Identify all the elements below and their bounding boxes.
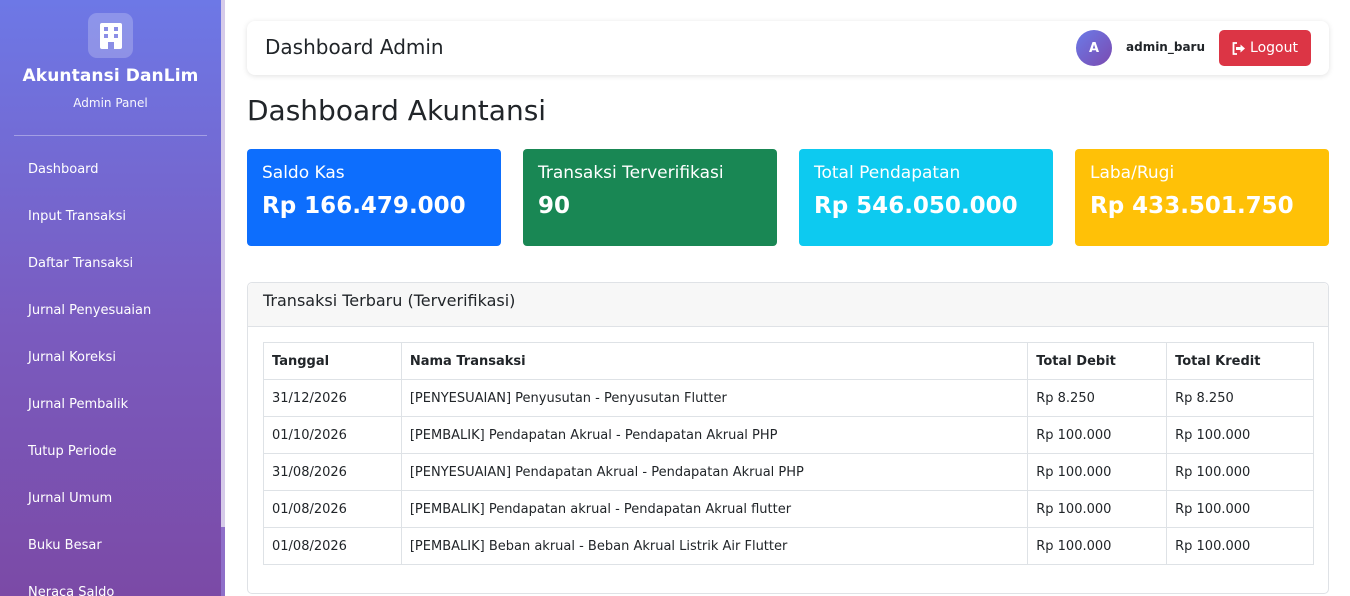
brand-logo — [88, 13, 133, 58]
building-icon — [99, 22, 122, 49]
stat-value: Rp 546.050.000 — [814, 193, 1018, 219]
avatar[interactable]: A — [1076, 30, 1112, 66]
panel-title: Transaksi Terbaru (Terverifikasi) — [248, 283, 1328, 327]
column-header-tanggal: Tanggal — [263, 342, 402, 380]
cell-credit: Rp 100.000 — [1166, 490, 1314, 528]
table-row: 01/08/2026 [PEMBALIK] Beban akrual - Beb… — [263, 527, 1314, 565]
cell-credit: Rp 8.250 — [1166, 379, 1314, 417]
cell-name: [PENYESUAIAN] Pendapatan Akrual - Pendap… — [400, 453, 1029, 491]
cell-debit: Rp 100.000 — [1027, 453, 1168, 491]
table-row: 01/10/2026 [PEMBALIK] Pendapatan Akrual … — [263, 416, 1314, 454]
sidebar-item-jurnal-pembalik[interactable]: Jurnal Pembalik — [0, 382, 221, 429]
cell-date: 01/10/2026 — [263, 416, 402, 454]
topbar: Dashboard Admin A admin_baru Logout — [247, 21, 1329, 75]
sidebar-item-input-transaksi[interactable]: Input Transaksi — [0, 194, 221, 241]
stat-label: Total Pendapatan — [814, 163, 961, 183]
cell-credit: Rp 100.000 — [1166, 527, 1314, 565]
column-header-total-kredit: Total Kredit — [1166, 342, 1314, 380]
sidebar: Akuntansi DanLim Admin Panel Dashboard I… — [0, 0, 221, 596]
sign-out-icon — [1232, 41, 1246, 55]
stat-value: 90 — [538, 193, 571, 219]
sidebar-item-jurnal-koreksi[interactable]: Jurnal Koreksi — [0, 335, 221, 382]
cell-name: [PENYESUAIAN] Penyusutan - Penyusutan Fl… — [400, 379, 1029, 417]
stat-value: Rp 433.501.750 — [1090, 193, 1294, 219]
username: admin_baru — [1126, 40, 1205, 54]
logout-label: Logout — [1250, 40, 1298, 56]
stat-card-saldo-kas: Saldo Kas Rp 166.479.000 — [247, 149, 501, 246]
sidebar-nav: Dashboard Input Transaksi Daftar Transak… — [0, 147, 221, 596]
sidebar-item-jurnal-penyesuaian[interactable]: Jurnal Penyesuaian — [0, 288, 221, 335]
table-header-row: Tanggal Nama Transaksi Total Debit Total… — [263, 342, 1314, 380]
stat-value: Rp 166.479.000 — [262, 193, 466, 219]
cell-date: 01/08/2026 — [263, 527, 402, 565]
cell-credit: Rp 100.000 — [1166, 416, 1314, 454]
cell-name: [PEMBALIK] Beban akrual - Beban Akrual L… — [400, 527, 1029, 565]
page-title: Dashboard Akuntansi — [247, 94, 547, 127]
sidebar-item-buku-besar[interactable]: Buku Besar — [0, 523, 221, 570]
table-row: 31/08/2026 [PENYESUAIAN] Pendapatan Akru… — [263, 453, 1314, 491]
stat-label: Laba/Rugi — [1090, 163, 1175, 183]
stat-card-total-pendapatan: Total Pendapatan Rp 546.050.000 — [799, 149, 1053, 246]
column-header-nama-transaksi: Nama Transaksi — [400, 342, 1029, 380]
cell-debit: Rp 100.000 — [1027, 490, 1168, 528]
column-header-total-debit: Total Debit — [1027, 342, 1168, 380]
stat-card-transaksi-terverifikasi: Transaksi Terverifikasi 90 — [523, 149, 777, 246]
sidebar-divider — [14, 135, 207, 136]
logout-button[interactable]: Logout — [1219, 30, 1311, 66]
cell-debit: Rp 100.000 — [1027, 416, 1168, 454]
cell-credit: Rp 100.000 — [1166, 453, 1314, 491]
cell-date: 31/12/2026 — [263, 379, 402, 417]
header-title: Dashboard Admin — [265, 35, 444, 59]
table-row: 01/08/2026 [PEMBALIK] Pendapatan akrual … — [263, 490, 1314, 528]
stat-label: Transaksi Terverifikasi — [538, 163, 724, 183]
cell-debit: Rp 8.250 — [1027, 379, 1168, 417]
stat-label: Saldo Kas — [262, 163, 345, 183]
cell-date: 31/08/2026 — [263, 453, 402, 491]
table-row: 31/12/2026 [PENYESUAIAN] Penyusutan - Pe… — [263, 379, 1314, 417]
recent-transactions-table: Tanggal Nama Transaksi Total Debit Total… — [263, 342, 1314, 565]
stat-card-laba-rugi: Laba/Rugi Rp 433.501.750 — [1075, 149, 1329, 246]
cell-date: 01/08/2026 — [263, 490, 402, 528]
cell-debit: Rp 100.000 — [1027, 527, 1168, 565]
cell-name: [PEMBALIK] Pendapatan akrual - Pendapata… — [400, 490, 1029, 528]
sidebar-item-dashboard[interactable]: Dashboard — [0, 147, 221, 194]
sidebar-item-tutup-periode[interactable]: Tutup Periode — [0, 429, 221, 476]
sidebar-item-jurnal-umum[interactable]: Jurnal Umum — [0, 476, 221, 523]
sidebar-item-daftar-transaksi[interactable]: Daftar Transaksi — [0, 241, 221, 288]
sidebar-scrollbar-thumb[interactable] — [221, 0, 225, 527]
brand-title: Akuntansi DanLim — [22, 66, 199, 86]
cell-name: [PEMBALIK] Pendapatan Akrual - Pendapata… — [400, 416, 1029, 454]
brand-subtitle: Admin Panel — [73, 96, 148, 110]
sidebar-item-neraca-saldo[interactable]: Neraca Saldo — [0, 570, 221, 596]
recent-transactions-panel: Transaksi Terbaru (Terverifikasi) Tangga… — [247, 282, 1329, 594]
